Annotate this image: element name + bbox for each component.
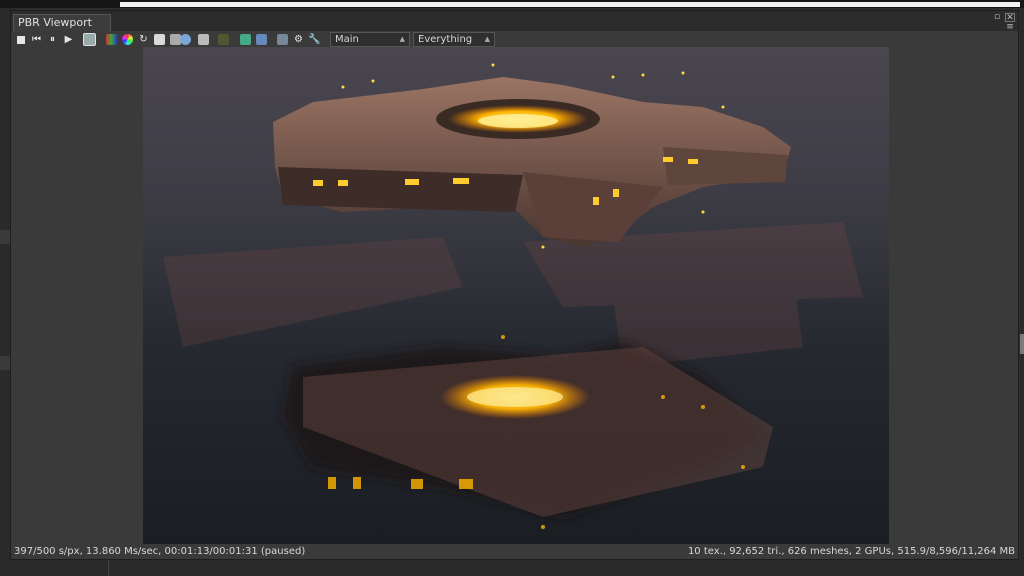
panel-tab-bar: PBR Viewport ▫ ✕ ≡ <box>11 11 1018 32</box>
image-icon[interactable] <box>276 33 289 46</box>
pause-icon[interactable]: ⏸ <box>46 33 59 46</box>
render-viewport[interactable] <box>143 47 889 544</box>
float-window-icon[interactable]: ▫ <box>992 13 1002 22</box>
tab-pbr-viewport[interactable]: PBR Viewport <box>13 14 111 31</box>
camera-icon[interactable] <box>179 33 192 46</box>
bottom-divider <box>108 560 109 576</box>
histogram-icon[interactable] <box>105 33 118 46</box>
region-icon[interactable] <box>197 33 210 46</box>
filter-select[interactable]: Everything ▲▼ <box>413 32 495 56</box>
right-scrollbar[interactable] <box>1020 8 1024 576</box>
settings-gear-icon[interactable]: ⚙ <box>292 33 305 46</box>
pick-icon[interactable] <box>217 33 230 46</box>
left-edge-tab[interactable] <box>0 230 10 244</box>
wrench-icon[interactable]: 🔧 <box>308 33 321 46</box>
play-icon[interactable]: ▶ <box>62 33 75 46</box>
scene-stats-text: 10 tex., 92,652 tri., 626 meshes, 2 GPUs… <box>687 546 1015 557</box>
space-station-model <box>273 63 791 249</box>
camera-select-value: Main <box>335 34 359 45</box>
right-scrollbar-thumb[interactable] <box>1020 334 1024 354</box>
environment-icon[interactable] <box>239 33 252 46</box>
filter-select-value: Everything <box>418 34 473 45</box>
viewport-icon[interactable] <box>255 33 268 46</box>
top-strip <box>0 0 1024 8</box>
pbr-viewport-panel: PBR Viewport ▫ ✕ ≡ ⏮ ⏸ ▶ ↻ ⚙ 🔧 Main ▲▼ E… <box>10 10 1019 560</box>
floor-reflection-panels <box>163 222 863 367</box>
left-edge-tab[interactable] <box>0 356 10 370</box>
rewind-icon[interactable]: ⏮ <box>30 33 43 46</box>
stop-icon[interactable] <box>14 33 27 46</box>
close-icon[interactable]: ✕ <box>1005 13 1015 23</box>
render-settings-icon[interactable] <box>83 33 96 46</box>
rendered-scene <box>163 63 863 529</box>
refresh-icon[interactable]: ↻ <box>137 33 150 46</box>
station-reflection <box>283 335 773 529</box>
bottom-dock-area <box>0 560 1024 576</box>
top-strip-bar <box>120 2 1020 7</box>
render-progress-text: 397/500 s/px, 13.860 Ms/sec, 00:01:13/00… <box>14 546 306 557</box>
lock-icon[interactable] <box>153 33 166 46</box>
camera-select[interactable]: Main ▲▼ <box>330 32 410 56</box>
color-icon[interactable] <box>121 33 134 46</box>
render-status-bar: 397/500 s/px, 13.860 Ms/sec, 00:01:13/00… <box>11 544 1018 559</box>
